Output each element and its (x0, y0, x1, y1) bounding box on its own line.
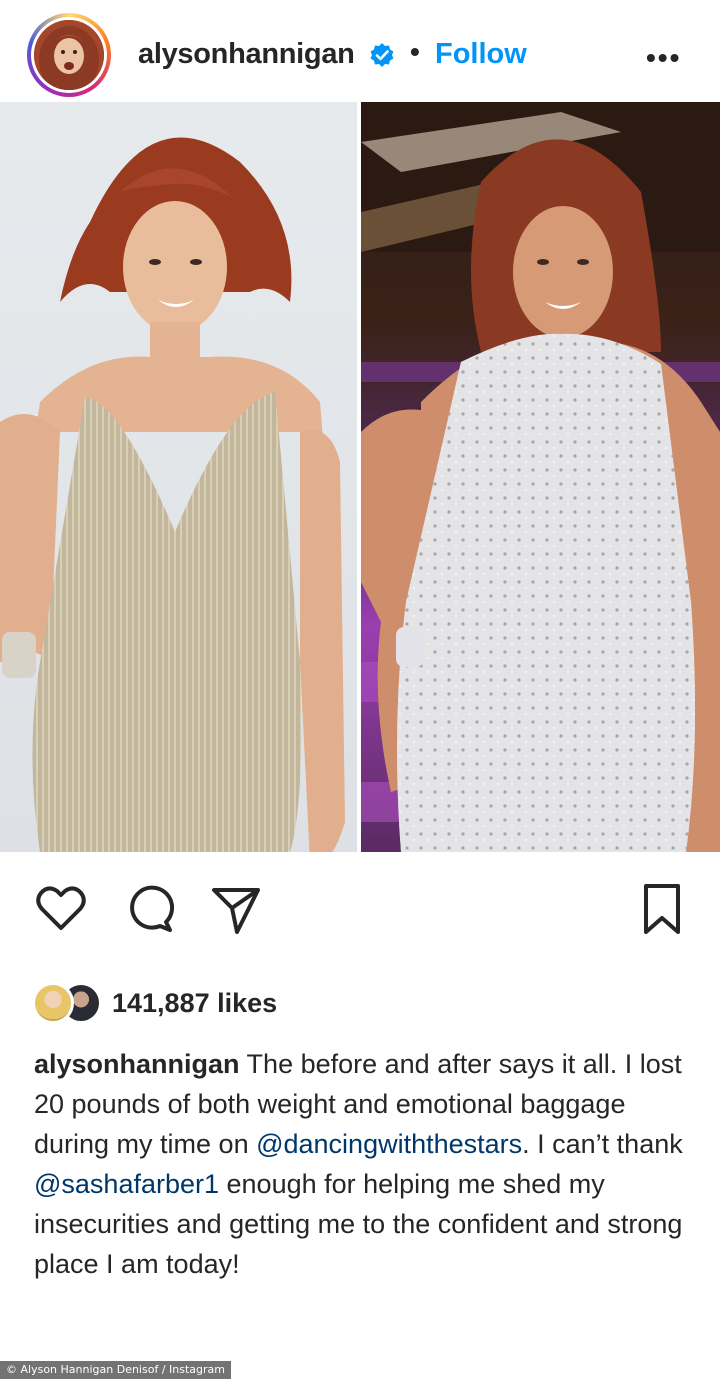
profile-avatar[interactable] (27, 13, 111, 97)
caption-username[interactable]: alysonhannigan (34, 1049, 240, 1079)
verified-badge-icon (369, 42, 395, 68)
after-photo (361, 102, 720, 852)
liker-avatar (32, 982, 74, 1024)
more-options-icon[interactable]: ••• (646, 42, 681, 74)
action-bar (0, 880, 720, 960)
before-photo (0, 102, 357, 852)
post-caption: alysonhannigan The before and after says… (34, 1044, 704, 1284)
bookmark-icon[interactable] (634, 880, 690, 936)
mention-link[interactable]: @dancingwiththestars (256, 1129, 522, 1159)
photo-credit: © Alyson Hannigan Denisof / Instagram (0, 1361, 231, 1379)
post-media[interactable] (0, 102, 720, 852)
follow-button[interactable]: Follow (435, 38, 527, 71)
post-header: alysonhannigan • Follow ••• (0, 0, 720, 106)
send-icon[interactable] (208, 880, 264, 936)
likes-count[interactable]: 141,887 likes (112, 988, 277, 1019)
likes-row[interactable]: 141,887 likes (32, 979, 277, 1027)
mention-link[interactable]: @sashafarber1 (34, 1169, 219, 1199)
header-separator: • (410, 36, 420, 67)
heart-icon[interactable] (33, 880, 89, 936)
caption-text: . I can’t thank (522, 1129, 683, 1159)
post-username[interactable]: alysonhannigan (138, 38, 355, 71)
comment-icon[interactable] (120, 880, 176, 936)
avatar-image (34, 20, 104, 90)
